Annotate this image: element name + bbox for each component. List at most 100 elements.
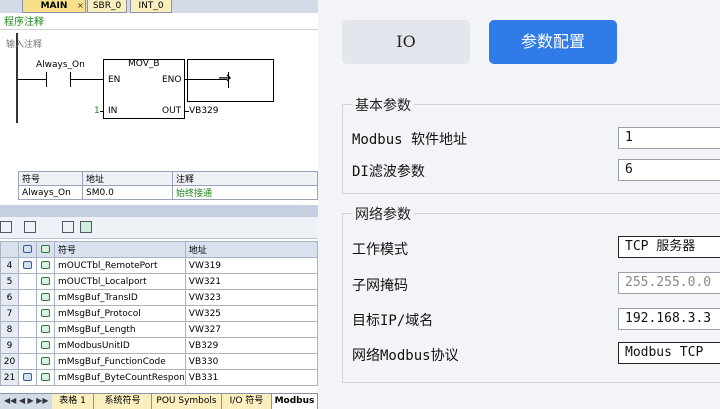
symbol-icon-cell[interactable]: [36, 337, 55, 354]
io-button[interactable]: IO: [342, 20, 470, 64]
symbol-name[interactable]: mMsgBuf_ByteCountRespon: [54, 369, 186, 386]
symbol-address[interactable]: VW327: [184, 321, 318, 338]
wire: [70, 79, 104, 80]
work-mode-select[interactable]: TCP 服务器: [618, 236, 720, 258]
tab-pou-symbols[interactable]: POU Symbols: [152, 394, 222, 409]
symbol-address[interactable]: VW319: [184, 257, 318, 274]
symbol-address[interactable]: VB329: [184, 337, 318, 354]
table-header-row: 符号 地址: [0, 241, 318, 258]
target-ip-label: 目标IP/域名: [352, 313, 434, 329]
row-number-header: [0, 241, 19, 258]
symbol-icon-cell[interactable]: [36, 369, 55, 386]
pou-tab-bar: MAIN × SBR_0 INT_0: [0, 0, 318, 13]
add-icon[interactable]: [80, 221, 92, 233]
symbol-icon: [41, 245, 50, 253]
modbus-address-label: Modbus 软件地址: [352, 132, 468, 148]
table-row[interactable]: Always_On SM0.0 始终接通: [18, 185, 318, 200]
symbol-toolbar: [0, 217, 318, 239]
program-comment[interactable]: 程序注释: [0, 16, 318, 30]
symbol-icon-cell[interactable]: [36, 305, 55, 322]
network-comment[interactable]: 输入注释: [6, 37, 42, 50]
tab-table1[interactable]: 表格 1: [52, 394, 94, 409]
symbol-address[interactable]: VB331: [184, 369, 318, 386]
symbol-icon-cell[interactable]: [36, 273, 55, 290]
param-config-button[interactable]: 参数配置: [489, 20, 617, 64]
tab-system-symbols[interactable]: 系统符号: [94, 394, 152, 409]
cell-comment[interactable]: 始终接通: [172, 185, 318, 200]
symbol-address[interactable]: VW325: [184, 305, 318, 322]
table-row[interactable]: 7 mMsgBuf_Protocol VW325: [0, 305, 318, 322]
table-row[interactable]: 4 mOUCTbl_RemotePort VW319: [0, 257, 318, 274]
symbol-type-icon: [41, 325, 50, 333]
symbol-icon-cell[interactable]: [36, 353, 55, 370]
status-icon-cell[interactable]: [18, 273, 37, 290]
table-row[interactable]: 21 mMsgBuf_ByteCountRespon VB331: [0, 369, 318, 386]
close-tab-icon[interactable]: ×: [77, 1, 84, 10]
tab-sbr0[interactable]: SBR_0: [87, 0, 127, 13]
pane-splitter[interactable]: [0, 205, 318, 217]
tab-io-symbols[interactable]: I/O 符号: [222, 394, 272, 409]
mov-b-block[interactable]: MOV_B EN ENO IN OUT: [103, 59, 185, 119]
row-number[interactable]: 8: [0, 321, 19, 338]
symbol-icon-cell[interactable]: [36, 289, 55, 306]
symbol-icon-cell[interactable]: [36, 257, 55, 274]
row-number[interactable]: 7: [0, 305, 19, 322]
row-number[interactable]: 9: [0, 337, 19, 354]
symbol-name[interactable]: mMsgBuf_Protocol: [54, 305, 186, 322]
status-icon-cell[interactable]: [18, 305, 37, 322]
status-icon-cell[interactable]: [18, 289, 37, 306]
target-ip-input[interactable]: 192.168.3.3: [618, 308, 720, 330]
di-filter-label: DI滤波参数: [352, 164, 425, 180]
symbol-type-icon: [23, 261, 32, 269]
symbol-name[interactable]: mModbusUnitID: [54, 337, 186, 354]
tab-int0[interactable]: INT_0: [130, 0, 172, 13]
subnet-mask-input[interactable]: 255.255.0.0: [618, 272, 720, 294]
symbol-address[interactable]: VB330: [184, 353, 318, 370]
cell-address[interactable]: SM0.0: [82, 185, 173, 200]
edit-icon[interactable]: [62, 221, 74, 233]
header-symbol: 符号: [54, 241, 186, 258]
contact-left-bar[interactable]: [46, 72, 47, 87]
local-symbol-table: 符号 地址 注释 Always_On SM0.0 始终接通: [18, 171, 318, 200]
status-icon-cell[interactable]: [18, 353, 37, 370]
di-filter-input[interactable]: 6: [618, 159, 720, 181]
in-value[interactable]: 1: [94, 106, 100, 116]
symbol-name[interactable]: mOUCTbl_Localport: [54, 273, 186, 290]
modbus-address-input[interactable]: 1: [618, 127, 720, 149]
status-icon-cell[interactable]: [18, 321, 37, 338]
status-icon-cell[interactable]: [18, 369, 37, 386]
symbol-icon-cell[interactable]: [36, 321, 55, 338]
config-panel: IO 参数配置 基本参数 Modbus 软件地址 1 DI滤波参数 6 网络参数…: [318, 0, 720, 409]
wire: [18, 79, 46, 80]
row-number[interactable]: 4: [0, 257, 19, 274]
symbol-table: 符号 地址 4 mOUCTbl_RemotePort VW319 5 mOUCTbl_L…: [0, 241, 318, 386]
symbol-name[interactable]: mOUCTbl_RemotePort: [54, 257, 186, 274]
status-icon-cell[interactable]: [18, 337, 37, 354]
table-row[interactable]: 8 mMsgBuf_Length VW327: [0, 321, 318, 338]
symbol-name[interactable]: mMsgBuf_TransID: [54, 289, 186, 306]
symbol-name[interactable]: mMsgBuf_FunctionCode: [54, 353, 186, 370]
symbol-name[interactable]: mMsgBuf_Length: [54, 321, 186, 338]
insert-row-icon[interactable]: [24, 221, 36, 233]
output-box[interactable]: [187, 59, 274, 102]
symbol-type-icon: [23, 373, 32, 381]
symbol-address[interactable]: VW321: [184, 273, 318, 290]
table-row[interactable]: 9 mModbusUnitID VB329: [0, 337, 318, 354]
tab-modbus[interactable]: Modbus: [272, 394, 318, 409]
cell-symbol[interactable]: Always_On: [18, 185, 83, 200]
nav-prev-icon[interactable]: ◀◀ ◀ ▶ ▶▶: [4, 396, 49, 405]
table-row[interactable]: 20 mMsgBuf_FunctionCode VB330: [0, 353, 318, 370]
row-number[interactable]: 20: [0, 353, 19, 370]
table-icon[interactable]: [0, 221, 12, 233]
table-row[interactable]: 6 mMsgBuf_TransID VW323: [0, 289, 318, 306]
symbol-address[interactable]: VW323: [184, 289, 318, 306]
en-pin: EN: [108, 75, 121, 85]
status-icon-cell[interactable]: [18, 257, 37, 274]
row-number[interactable]: 6: [0, 289, 19, 306]
row-number[interactable]: 21: [0, 369, 19, 386]
tab-sbr0-label: SBR_0: [92, 1, 122, 11]
row-number[interactable]: 5: [0, 273, 19, 290]
out-value[interactable]: VB329: [189, 106, 219, 116]
modbus-protocol-select[interactable]: Modbus TCP: [618, 342, 720, 364]
table-row[interactable]: 5 mOUCTbl_Localport VW321: [0, 273, 318, 290]
